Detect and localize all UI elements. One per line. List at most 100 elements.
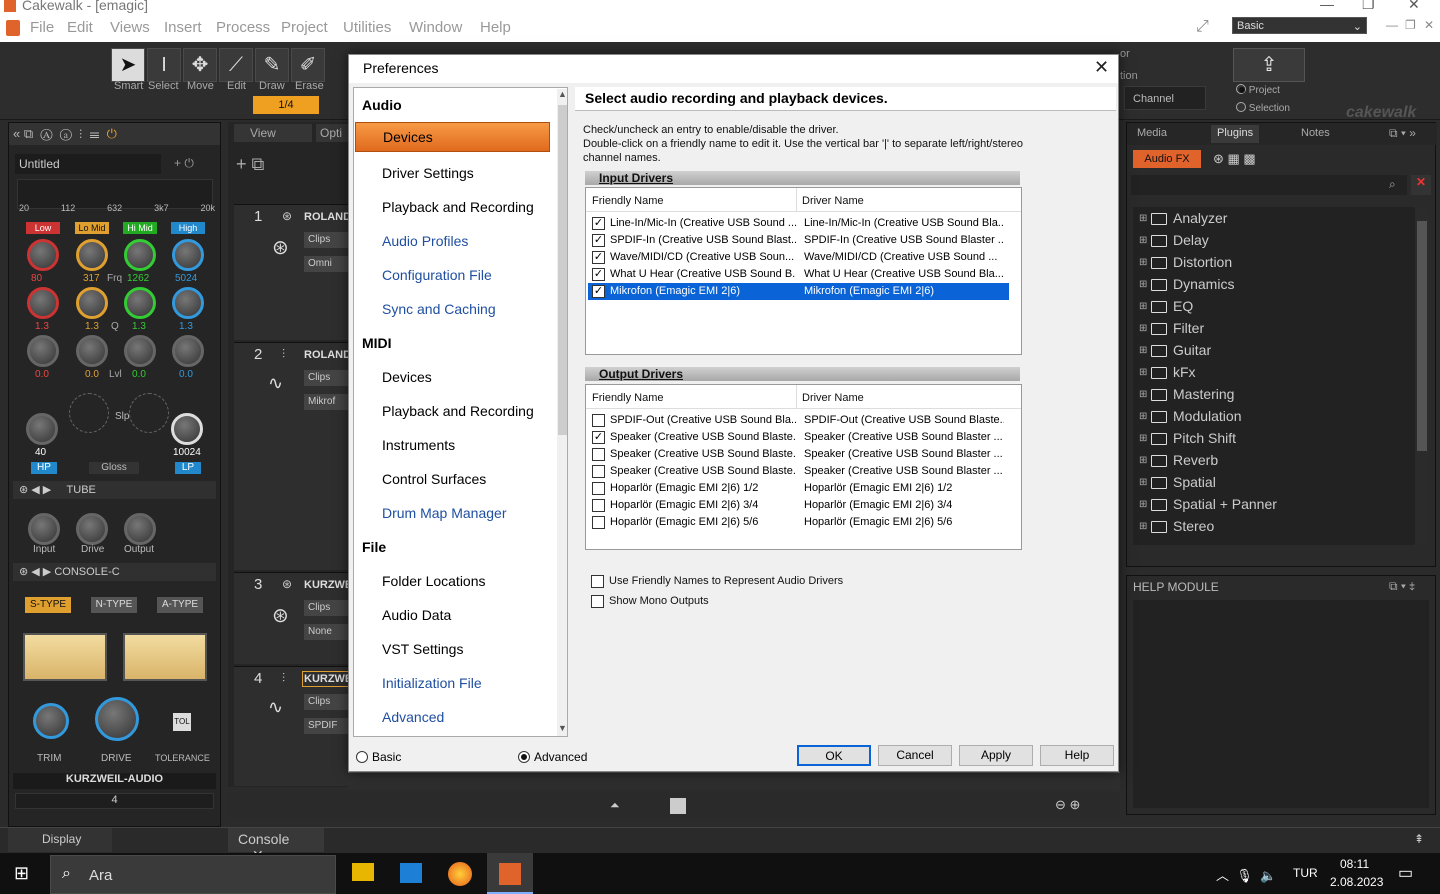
tree-item-configuration-file[interactable]: Configuration File [382,267,492,283]
driver-row[interactable]: SPDIF-Out (Creative USB Sound Bla... SPDI… [588,412,1009,429]
tree-item-audio-devices[interactable]: Devices [355,122,550,152]
plugin-category[interactable]: ⊞ Delay [1139,231,1415,251]
help-button[interactable]: Help [1040,745,1114,766]
expand-icon[interactable]: ⊞ [1139,235,1147,246]
menu-project[interactable]: Project [281,19,328,36]
scroll-up-arrow-icon[interactable]: ▲ [558,89,567,99]
restore-icon[interactable]: ❐ [1362,0,1375,13]
browser-toolbar-icons[interactable]: ⊛ ▦ ▩ [1213,151,1256,167]
snap-resolution[interactable]: 1/4 [253,96,319,114]
add-track-icon[interactable]: + ⧉ [236,154,264,175]
smart-tool-button[interactable]: ➤ [111,48,145,82]
lomid-gain-knob[interactable] [76,335,108,367]
drive-knob[interactable] [76,513,108,545]
tab-notes[interactable]: Notes [1295,125,1336,143]
advanced-radio-button[interactable] [518,751,530,763]
menu-utilities[interactable]: Utilities [343,19,391,36]
console-tab[interactable]: Console ✕ [228,828,324,863]
friendly-name[interactable]: Hoparlör (Emagic EMI 2|6) 1/2 [610,482,796,494]
plugin-category[interactable]: ⊞ Spatial [1139,473,1415,493]
move-tool-button[interactable]: ✥ [183,48,217,82]
timeline-scroll[interactable] [348,772,1120,790]
apply-button[interactable]: Apply [959,745,1033,766]
band-lo-mid[interactable]: Lo Mid [75,222,109,234]
scroll-up-icon[interactable]: ⏶ [610,798,620,813]
tree-scroll-thumb[interactable] [558,105,567,435]
n-type-button[interactable]: N-TYPE [91,597,137,613]
close-icon[interactable]: ✕ [1094,57,1109,78]
doc-restore-icon[interactable]: ❐ [1405,18,1416,32]
plugin-category[interactable]: ⊞ Analyzer [1139,209,1415,229]
edit-tool-button[interactable]: ⟋ [219,48,253,82]
clips-button[interactable]: Clips [304,370,348,386]
driver-row[interactable]: Hoparlör (Emagic EMI 2|6) 1/2 Hoparlör (E… [588,480,1009,497]
draw-tool-button[interactable]: ✎ [255,48,289,82]
driver-row[interactable]: ✓ Mikrofon (Emagic EMI 2|6) Mikrofon (Emag… [588,283,1009,300]
tree-item-midi-devices[interactable]: Devices [382,369,432,385]
driver-checkbox[interactable]: ✓ [592,234,605,247]
plugin-category[interactable]: ⊞ Filter [1139,319,1415,339]
track-name-field[interactable]: Untitled [15,154,161,174]
lomid-q-knob[interactable] [76,287,108,319]
expand-icon[interactable]: ⊞ [1139,345,1147,356]
lp-knob[interactable] [171,413,203,445]
clips-button[interactable]: Clips [304,232,348,248]
clips-button[interactable]: Clips [304,600,348,616]
plugin-category[interactable]: ⊞ Reverb [1139,451,1415,471]
friendly-name[interactable]: What U Hear (Creative USB Sound B... [610,268,796,280]
clock-date[interactable]: 2.08.2023 [1330,875,1383,889]
driver-checkbox[interactable] [592,499,605,512]
high-freq-knob[interactable] [172,239,204,271]
driver-checkbox[interactable]: ✓ [592,251,605,264]
tab-plugins[interactable]: Plugins [1211,125,1260,143]
tree-item-instruments[interactable]: Instruments [382,437,455,453]
tray-icons[interactable]: ︿ 🎙 🔈 [1216,865,1276,884]
expand-icon[interactable]: ⊞ [1139,455,1147,466]
track-name[interactable]: ROLAND [304,349,351,361]
basic-radio-button[interactable] [356,751,368,763]
expand-icon[interactable]: ⊞ [1139,521,1147,532]
col-friendly-name[interactable]: Friendly Name [592,195,664,207]
plugin-category[interactable]: ⊞ Guitar [1139,341,1415,361]
lp-button[interactable]: LP [175,462,201,474]
driver-checkbox[interactable]: ✓ [592,285,605,298]
firefox-icon[interactable] [448,862,472,886]
clips-button[interactable]: Clips [304,694,348,710]
s-type-button[interactable]: S-TYPE [25,597,71,613]
store-icon[interactable] [400,863,422,883]
a-type-button[interactable]: A-TYPE [157,597,203,613]
doc-minimize-icon[interactable]: — [1386,18,1398,32]
track-name[interactable]: KURZWE [302,671,355,687]
friendly-name[interactable]: SPDIF-In (Creative USB Sound Blast... [610,234,796,246]
tree-scroll-thumb[interactable] [1417,221,1427,451]
driver-row[interactable]: ✓ SPDIF-In (Creative USB Sound Blast... SP… [588,232,1009,249]
friendly-names-checkbox[interactable] [591,575,604,588]
gloss-button[interactable]: Gloss [89,462,139,474]
expand-icon[interactable]: ⊞ [1139,323,1147,334]
selection-radio[interactable]: Selection [1236,102,1290,114]
menu-insert[interactable]: Insert [164,19,202,36]
tree-item-initialization-file[interactable]: Initialization File [382,675,482,691]
expand-icon[interactable]: ⊞ [1139,433,1147,444]
plugin-category[interactable]: ⊞ Mastering [1139,385,1415,405]
menu-window[interactable]: Window [409,19,462,36]
expand-icon[interactable]: ⊞ [1139,411,1147,422]
track-name[interactable]: ROLAND [304,211,351,223]
driver-checkbox[interactable]: ✓ [592,217,605,230]
clear-search-icon[interactable]: ✕ [1411,175,1431,195]
view-menu[interactable]: View [234,124,312,142]
tree-item-driver-settings[interactable]: Driver Settings [382,165,474,181]
low-gain-knob[interactable] [27,335,59,367]
fullscreen-icon[interactable]: ⤢ [1196,18,1209,36]
channel-module[interactable]: Channel [1124,86,1206,110]
file-explorer-icon[interactable] [352,863,374,881]
menu-help[interactable]: Help [480,19,511,36]
friendly-name[interactable]: SPDIF-Out (Creative USB Sound Bla... [610,414,796,426]
band-high[interactable]: High [171,222,205,234]
tree-scrollbar[interactable] [1415,207,1429,545]
erase-tool-button[interactable]: ✐ [291,48,325,82]
friendly-name[interactable]: Line-In/Mic-In (Creative USB Sound ... [610,217,796,229]
mono-outputs-checkbox[interactable] [591,595,604,608]
tree-item-audio-data[interactable]: Audio Data [382,607,451,623]
driver-row[interactable]: Speaker (Creative USB Sound Blaste... Spe… [588,463,1009,480]
